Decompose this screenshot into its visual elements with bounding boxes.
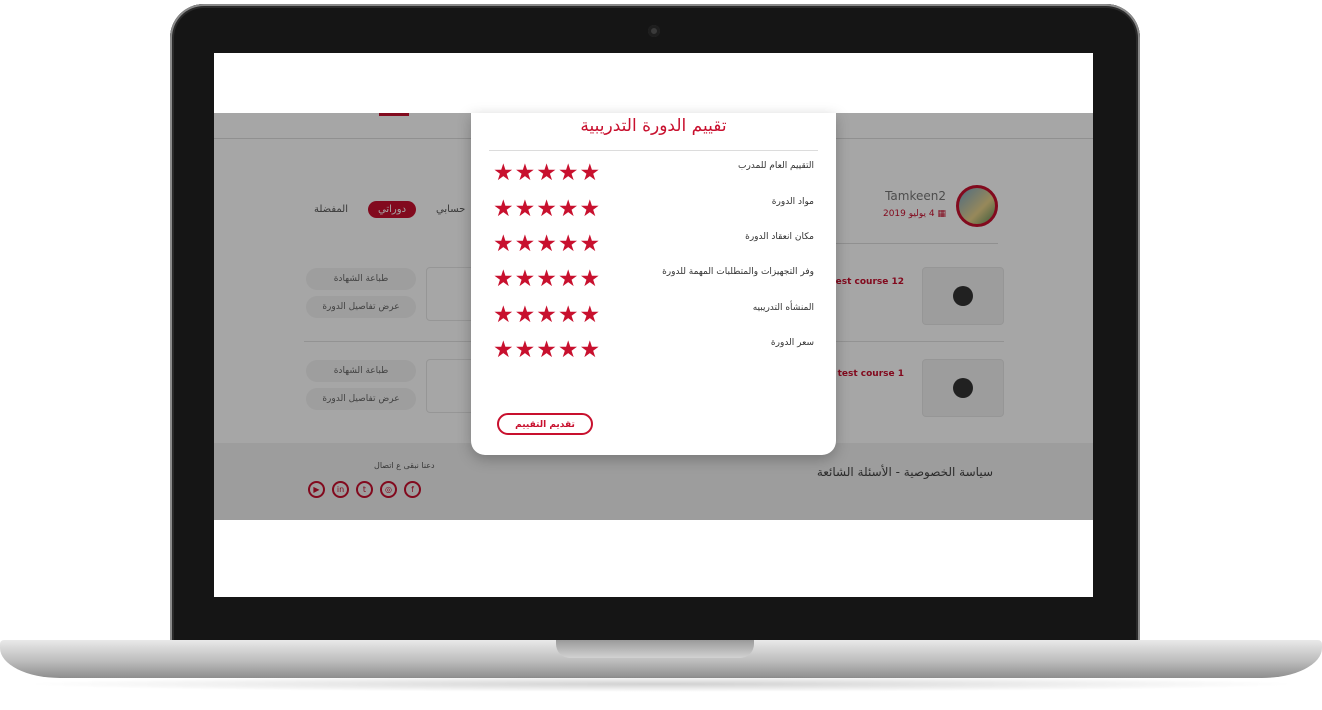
star-icon[interactable]: ★	[536, 162, 557, 185]
star-icon[interactable]: ★	[558, 233, 579, 256]
camera-icon	[648, 25, 660, 37]
star-icon[interactable]: ★	[580, 162, 601, 185]
star-rating[interactable]: ★ ★ ★ ★ ★	[493, 268, 601, 291]
star-icon[interactable]: ★	[536, 268, 557, 291]
star-icon[interactable]: ★	[536, 339, 557, 362]
star-rating[interactable]: ★ ★ ★ ★ ★	[493, 233, 601, 256]
star-icon[interactable]: ★	[558, 268, 579, 291]
star-icon[interactable]: ★	[493, 233, 514, 256]
rating-label: سعر الدورة	[770, 338, 814, 348]
star-icon[interactable]: ★	[558, 198, 579, 221]
rating-row-materials: مواد الدورة ★ ★ ★ ★ ★	[493, 197, 814, 225]
star-icon[interactable]: ★	[558, 162, 579, 185]
rating-label: المنشأه التدريبيه	[752, 303, 814, 313]
star-icon[interactable]: ★	[515, 198, 536, 221]
star-icon[interactable]: ★	[536, 198, 557, 221]
rating-row-venue: مكان انعقاد الدورة ★ ★ ★ ★ ★	[493, 232, 814, 260]
rating-row-equipment: وفر التجهيزات والمتطلبات المهمة للدورة ★…	[493, 267, 814, 295]
star-icon[interactable]: ★	[493, 162, 514, 185]
star-icon[interactable]: ★	[536, 304, 557, 327]
star-icon[interactable]: ★	[515, 339, 536, 362]
star-rating[interactable]: ★ ★ ★ ★ ★	[493, 339, 601, 362]
star-icon[interactable]: ★	[515, 162, 536, 185]
laptop-notch	[556, 640, 754, 658]
star-icon[interactable]: ★	[493, 198, 514, 221]
rating-label: مواد الدورة	[771, 197, 814, 207]
submit-rating-button[interactable]: تقديم التقييم	[497, 413, 593, 435]
star-icon[interactable]: ★	[580, 233, 601, 256]
star-icon[interactable]: ★	[580, 268, 601, 291]
star-icon[interactable]: ★	[558, 339, 579, 362]
star-icon[interactable]: ★	[493, 268, 514, 291]
star-icon[interactable]: ★	[515, 304, 536, 327]
rating-modal: تقييم الدورة التدريبية التقييم العام للم…	[471, 113, 836, 455]
star-icon[interactable]: ★	[580, 304, 601, 327]
rating-label: مكان انعقاد الدورة	[745, 232, 814, 242]
star-icon[interactable]: ★	[580, 198, 601, 221]
modal-divider	[489, 150, 818, 151]
star-icon[interactable]: ★	[493, 304, 514, 327]
rating-label: وفر التجهيزات والمتطلبات المهمة للدورة	[662, 267, 814, 277]
star-icon[interactable]: ★	[558, 304, 579, 327]
star-icon[interactable]: ★	[580, 339, 601, 362]
screen: حسابي دوراتي المفضلة Tamkeen2 ▦ 4 يوليو …	[214, 53, 1093, 597]
rating-row-trainer: التقييم العام للمدرب ★ ★ ★ ★ ★	[493, 161, 814, 189]
star-rating[interactable]: ★ ★ ★ ★ ★	[493, 198, 601, 221]
star-icon[interactable]: ★	[536, 233, 557, 256]
star-icon[interactable]: ★	[515, 233, 536, 256]
star-rating[interactable]: ★ ★ ★ ★ ★	[493, 162, 601, 185]
star-icon[interactable]: ★	[493, 339, 514, 362]
star-rating[interactable]: ★ ★ ★ ★ ★	[493, 304, 601, 327]
modal-title: تقييم الدورة التدريبية	[580, 116, 727, 136]
laptop-shadow	[20, 676, 1302, 692]
rating-row-facility: المنشأه التدريبيه ★ ★ ★ ★ ★	[493, 303, 814, 331]
star-icon[interactable]: ★	[515, 268, 536, 291]
rating-row-price: سعر الدورة ★ ★ ★ ★ ★	[493, 338, 814, 366]
rating-label: التقييم العام للمدرب	[737, 161, 814, 171]
